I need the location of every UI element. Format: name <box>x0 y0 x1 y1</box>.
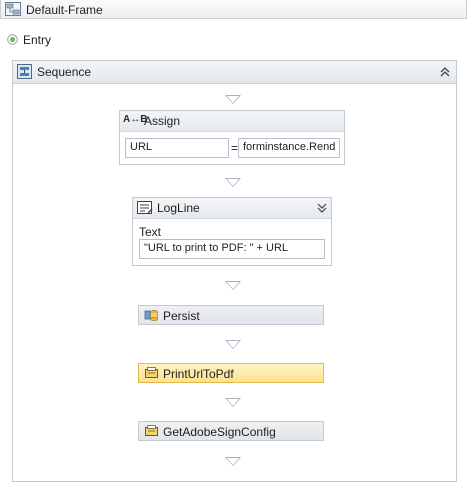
drop-target-arrow[interactable] <box>225 178 241 187</box>
logline-activity[interactable]: LogLine Text "URL to print to PDF: " + U… <box>132 197 332 266</box>
assign-to-field[interactable]: URL <box>125 138 229 158</box>
logline-icon <box>137 201 153 214</box>
drop-target-arrow[interactable] <box>225 457 241 466</box>
logline-header[interactable]: LogLine <box>133 198 331 219</box>
get-adobe-sign-config-activity[interactable]: GetAdobeSignConfig <box>138 421 324 441</box>
sequence-icon <box>17 64 32 79</box>
logline-title: LogLine <box>157 201 200 215</box>
drop-target-arrow[interactable] <box>225 398 241 407</box>
persist-label: Persist <box>163 309 200 323</box>
persist-activity[interactable]: Persist <box>138 305 324 325</box>
state-machine-icon <box>5 2 21 16</box>
drop-target-arrow[interactable] <box>225 281 241 290</box>
assign-title: Assign <box>144 114 181 128</box>
frame-title: Default-Frame <box>26 3 103 17</box>
assign-equals: = <box>231 141 239 155</box>
sequence-container[interactable]: Sequence A↔B Assign URL = forminstance.R… <box>12 60 457 482</box>
expand-icon[interactable] <box>316 202 328 214</box>
get-adobe-sign-config-label: GetAdobeSignConfig <box>163 425 276 439</box>
print-url-to-pdf-activity[interactable]: PrintUrlToPdf <box>138 363 324 383</box>
persist-icon <box>144 310 158 321</box>
print-url-to-pdf-label: PrintUrlToPdf <box>163 367 234 381</box>
custom-activity-icon <box>145 425 158 436</box>
entry-icon <box>7 34 18 45</box>
logline-text-label: Text <box>139 225 162 239</box>
assign-value-field[interactable]: forminstance.Rend <box>238 138 340 158</box>
assign-header[interactable]: A↔B Assign <box>120 111 344 132</box>
logline-text-field[interactable]: "URL to print to PDF: " + URL <box>139 239 325 259</box>
entry-label: Entry <box>23 33 52 47</box>
sequence-header[interactable]: Sequence <box>13 61 456 84</box>
frame-header[interactable]: Default-Frame <box>0 0 467 19</box>
drop-target-arrow[interactable] <box>225 340 241 349</box>
assign-activity[interactable]: A↔B Assign URL = forminstance.Rend <box>119 110 345 165</box>
custom-activity-icon <box>145 367 158 378</box>
collapse-icon[interactable] <box>438 65 452 79</box>
drop-target-arrow[interactable] <box>225 95 241 104</box>
sequence-title: Sequence <box>37 65 92 79</box>
